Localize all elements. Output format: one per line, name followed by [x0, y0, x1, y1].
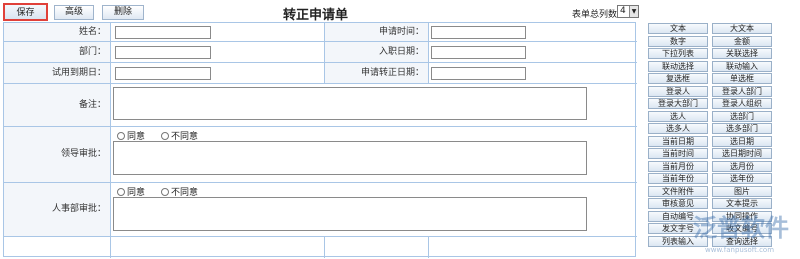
empty-cell [325, 237, 429, 258]
palette-button[interactable]: 单选框 [712, 73, 772, 84]
palette-button[interactable]: 选日期时间 [712, 148, 772, 159]
watermark-url: www.fanpusoft.com [705, 246, 775, 254]
columns-value: 4 [620, 6, 626, 16]
palette-button[interactable]: 当前月份 [648, 161, 708, 172]
apply-time-input[interactable] [431, 26, 526, 39]
dept-cell [111, 42, 325, 63]
probation-end-input[interactable] [115, 67, 211, 80]
empty-cell [111, 237, 325, 258]
form-table: 姓名： 申请时间： 部门： 入职日期： 试用到期日： 申请转正日期： 备注： 领… [3, 22, 637, 258]
dropdown-arrow-icon[interactable]: ▼ [629, 6, 638, 17]
probation-end-label: 试用到期日： [4, 63, 111, 84]
radio-icon[interactable] [117, 187, 125, 196]
palette-button[interactable]: 登录人组织 [712, 98, 772, 109]
palette-button[interactable]: 登录大部门 [648, 98, 708, 109]
palette-button[interactable]: 选人 [648, 111, 708, 122]
dept-label: 部门： [4, 42, 111, 63]
save-button[interactable]: 保存 [3, 3, 48, 21]
palette-button[interactable]: 选多部门 [712, 123, 772, 134]
palette-button[interactable]: 关联选择 [712, 48, 772, 59]
hr-approval-label: 人事部审批： [4, 183, 111, 237]
entry-date-label: 入职日期： [325, 42, 429, 63]
watermark-logo: 泛普软件 [693, 214, 789, 242]
delete-button[interactable]: 删除 [102, 5, 144, 20]
name-input[interactable] [115, 26, 211, 39]
palette-button[interactable]: 当前日期 [648, 136, 708, 147]
radio-icon[interactable] [117, 131, 125, 140]
palette-button[interactable]: 选多人 [648, 123, 708, 134]
leader-comment-textarea[interactable] [113, 141, 587, 175]
empty-cell [4, 237, 111, 258]
apply-regular-date-input[interactable] [431, 67, 526, 80]
radio-icon[interactable] [161, 187, 169, 196]
palette-button[interactable]: 当前年份 [648, 173, 708, 184]
hr-comment-textarea[interactable] [113, 197, 587, 231]
apply-regular-date-label: 申请转正日期： [325, 63, 429, 84]
toolbar: 保存 高级 删除 转正申请单 表单总列数： 4 ▼ [0, 0, 645, 23]
radio-icon[interactable] [161, 131, 169, 140]
palette-button[interactable]: 文本 [648, 23, 708, 34]
remark-cell [111, 84, 637, 127]
apply-regular-date-cell [429, 63, 637, 84]
remark-label: 备注： [4, 84, 111, 127]
palette-button[interactable]: 选部门 [712, 111, 772, 122]
palette-button[interactable]: 选月份 [712, 161, 772, 172]
palette-button[interactable]: 数字 [648, 36, 708, 47]
palette-button[interactable]: 当前时间 [648, 148, 708, 159]
empty-cell [429, 237, 637, 258]
palette-button[interactable]: 联动输入 [712, 61, 772, 72]
palette-button[interactable]: 下拉列表 [648, 48, 708, 59]
probation-end-cell [111, 63, 325, 84]
palette-button[interactable]: 选年份 [712, 173, 772, 184]
dept-input[interactable] [115, 46, 211, 59]
palette-button[interactable]: 大文本 [712, 23, 772, 34]
leader-approval-label: 领导审批： [4, 127, 111, 183]
leader-approval-cell: 同意 不同意 [111, 127, 637, 183]
palette-button[interactable]: 联动选择 [648, 61, 708, 72]
name-label: 姓名： [4, 23, 111, 42]
form-title: 转正申请单 [283, 8, 349, 23]
entry-date-cell [429, 42, 637, 63]
remark-textarea[interactable] [113, 87, 587, 120]
palette-button[interactable]: 登录人 [648, 86, 708, 97]
palette-button[interactable]: 金额 [712, 36, 772, 47]
name-cell [111, 23, 325, 42]
apply-time-cell [429, 23, 637, 42]
palette-button[interactable]: 文件附件 [648, 186, 708, 197]
advanced-button[interactable]: 高级 [54, 5, 94, 20]
entry-date-input[interactable] [431, 46, 526, 59]
columns-select[interactable]: 4 ▼ [617, 5, 639, 18]
hr-approval-cell: 同意 不同意 [111, 183, 637, 237]
palette-button[interactable]: 登录人部门 [712, 86, 772, 97]
palette-button[interactable]: 复选框 [648, 73, 708, 84]
apply-time-label: 申请时间： [325, 23, 429, 42]
palette-button[interactable]: 图片 [712, 186, 772, 197]
palette-button[interactable]: 选日期 [712, 136, 772, 147]
